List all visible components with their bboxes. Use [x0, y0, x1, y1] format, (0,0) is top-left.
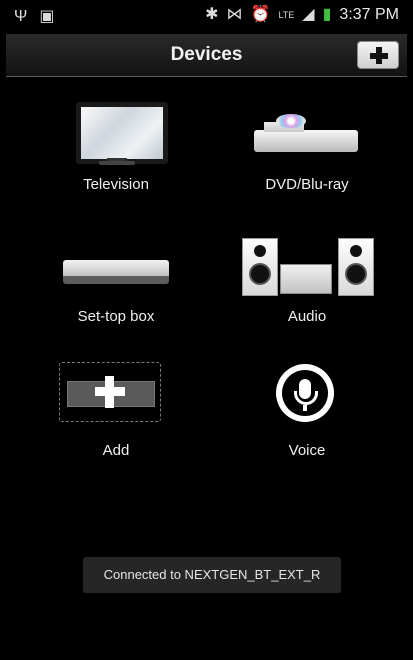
device-label: Voice — [288, 442, 326, 459]
dvd-player-icon — [232, 92, 382, 170]
device-label: Television — [83, 176, 149, 193]
gallery-icon: ▣ — [39, 8, 55, 25]
audio-system-icon — [232, 224, 382, 302]
device-label: Set-top box — [77, 308, 155, 325]
device-audio[interactable]: Audio — [232, 224, 382, 334]
battery-icon: ▮ — [322, 6, 332, 23]
add-device-icon — [41, 358, 191, 436]
title-bar: Devices — [6, 34, 407, 77]
device-voice[interactable]: Voice — [232, 358, 382, 468]
device-television[interactable]: Television — [41, 92, 191, 202]
status-time: 3:37 PM — [339, 6, 399, 23]
television-icon — [41, 92, 191, 170]
add-device-button[interactable] — [357, 41, 399, 69]
set-top-box-icon — [41, 224, 191, 302]
device-label: Add — [102, 442, 130, 459]
device-add[interactable]: Add — [41, 358, 191, 468]
device-label: DVD/Blu-ray — [265, 176, 349, 193]
alarm-icon: ⏰ — [250, 6, 271, 23]
signal-icon: ◢ — [302, 6, 315, 23]
nfc-icon: ⋈ — [226, 6, 243, 23]
bluetooth-icon: ✱ — [205, 6, 219, 23]
usb-icon: Ψ — [14, 8, 28, 25]
status-bar: Ψ ▣ ✱ ⋈ ⏰ LTE ◢ ▮ 3:37 PM — [6, 0, 407, 34]
app-screen: Ψ ▣ ✱ ⋈ ⏰ LTE ◢ ▮ 3:37 PM Devices Televi… — [6, 0, 407, 660]
page-title: Devices — [170, 44, 243, 65]
device-label: Audio — [287, 308, 327, 325]
device-dvd-bluray[interactable]: DVD/Blu-ray — [232, 92, 382, 202]
microphone-icon — [232, 358, 382, 436]
toast-message: Connected to NEXTGEN_BT_EXT_R — [103, 567, 321, 582]
lte-icon: LTE — [278, 10, 295, 20]
connection-toast: Connected to NEXTGEN_BT_EXT_R — [83, 557, 341, 593]
device-set-top-box[interactable]: Set-top box — [41, 224, 191, 334]
